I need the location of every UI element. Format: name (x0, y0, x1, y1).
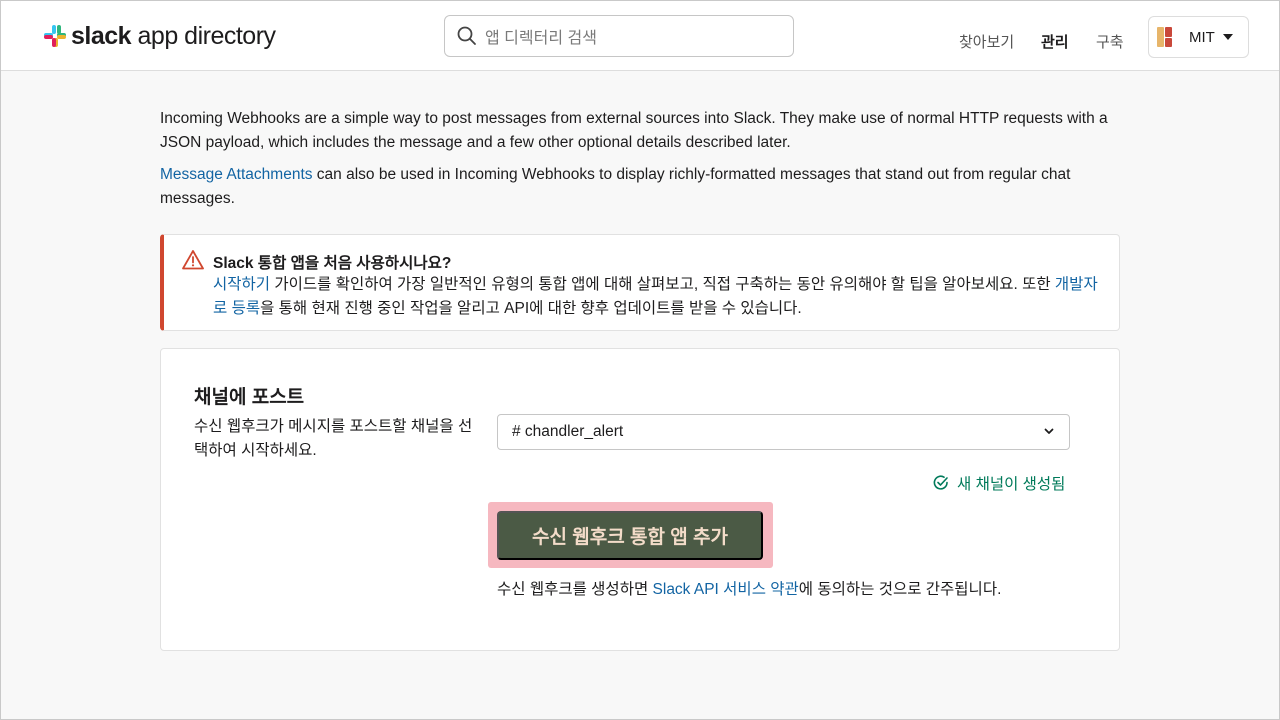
logo-text: slack app directory (71, 22, 276, 50)
top-header: slack app directory 앱 디렉터리 검색 찾아보기 관리 구축… (1, 1, 1279, 71)
nav-manage[interactable]: 관리 (1041, 31, 1069, 52)
search-placeholder: 앱 디렉터리 검색 (485, 30, 597, 47)
caret-down-icon (1222, 34, 1233, 40)
card-title: 채널에 포스트 (194, 387, 305, 408)
new-user-callout: Slack 통합 앱을 처음 사용하시나요? 시작하기 가이드를 확인하여 가장… (160, 234, 1120, 331)
card-description: 수신 웹후크가 메시지를 포스트할 채널을 선택하여 시작하세요. (194, 418, 473, 459)
workspace-icon (1157, 27, 1181, 47)
warning-icon (182, 250, 204, 270)
search-icon (457, 26, 476, 45)
button-highlight: 수신 웹후크 통합 앱 추가 (488, 502, 773, 568)
slack-logo-icon (44, 25, 66, 47)
nav-browse[interactable]: 찾아보기 (959, 31, 1014, 52)
message-attachments-link[interactable]: Message Attachments (160, 166, 313, 183)
post-to-channel-card: 채널에 포스트 수신 웹후크가 메시지를 포스트할 채널을 선택하여 시작하세요… (160, 348, 1120, 651)
chevron-down-icon (1044, 428, 1054, 434)
channel-select[interactable]: # chandler_alert (497, 414, 1070, 450)
workspace-switcher[interactable]: MIT (1148, 16, 1249, 58)
selected-channel: # chandler_alert (512, 423, 624, 440)
search-input[interactable]: 앱 디렉터리 검색 (444, 15, 794, 57)
slack-app-directory-logo[interactable]: slack app directory (43, 23, 276, 49)
callout-body: 시작하기 가이드를 확인하여 가장 일반적인 유형의 통합 앱에 대해 살펴보고… (213, 276, 1098, 317)
add-incoming-webhook-button[interactable]: 수신 웹후크 통합 앱 추가 (497, 511, 763, 560)
check-circle-icon (933, 475, 948, 490)
nav-build[interactable]: 구축 (1096, 31, 1124, 52)
getting-started-link[interactable]: 시작하기 (213, 276, 270, 293)
intro-paragraph-2: Message Attachments can also be used in … (160, 166, 1071, 207)
workspace-name: MIT (1189, 28, 1215, 46)
slack-api-terms-link[interactable]: Slack API 서비스 약관 (653, 581, 799, 598)
terms-note: 수신 웹후크를 생성하면 Slack API 서비스 약관에 동의하는 것으로 … (497, 581, 1002, 598)
intro-paragraph-1: Incoming Webhooks are a simple way to po… (160, 110, 1108, 151)
channel-created-note: 새 채널이 생성됨 (933, 472, 1065, 494)
callout-title: Slack 통합 앱을 처음 사용하시나요? (213, 255, 452, 272)
